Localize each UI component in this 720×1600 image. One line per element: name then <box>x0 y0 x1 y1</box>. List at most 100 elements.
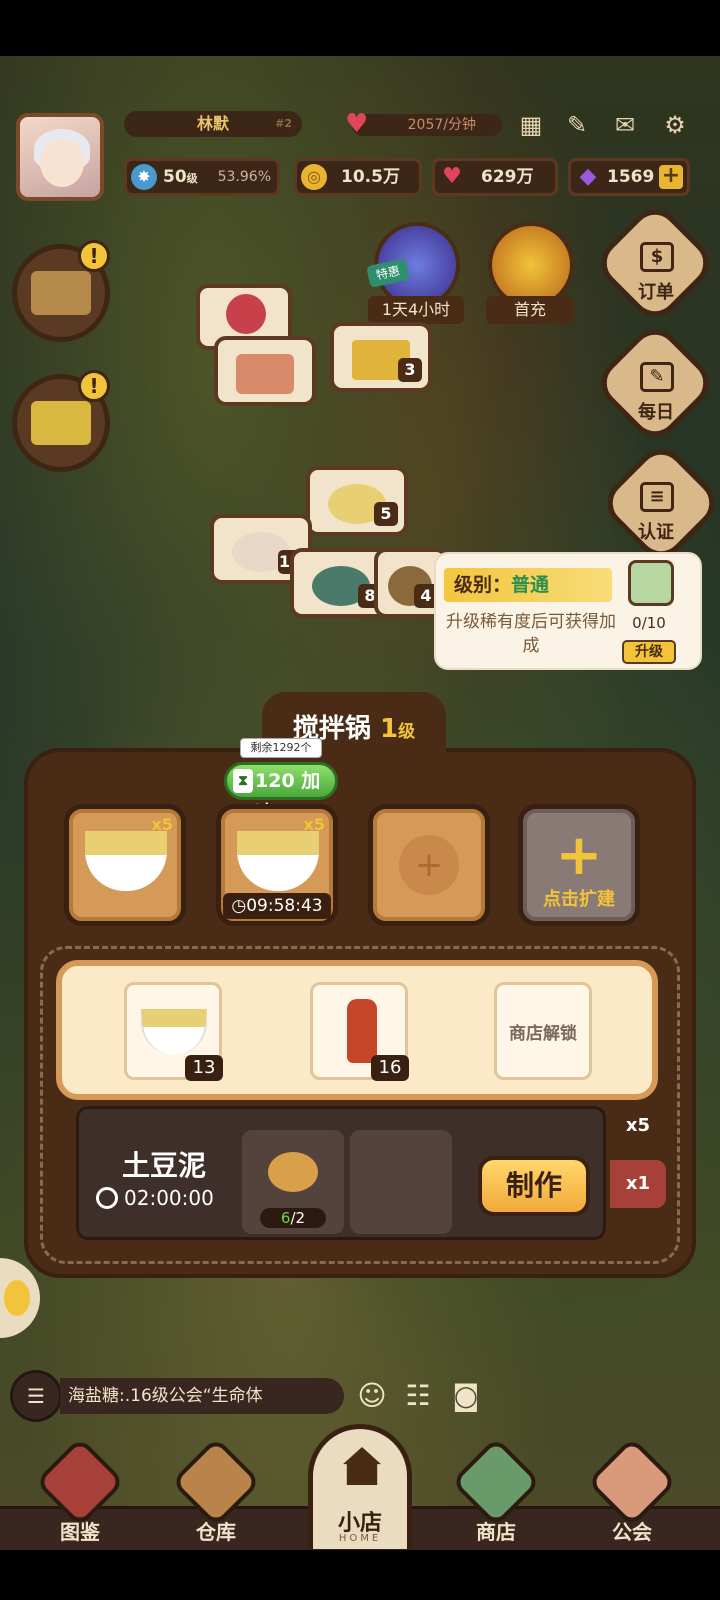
shop-icon <box>450 1436 542 1528</box>
rarity-tooltip: 级别：普通 升级稀有度后可获得加成 0/10 升级 <box>434 552 702 670</box>
make-x1-button[interactable]: x1 <box>610 1160 666 1208</box>
rice-bubble[interactable]: 5 <box>306 466 408 536</box>
rarity-description: 升级稀有度后可获得加成 <box>446 612 616 656</box>
rate-unit: /分钟 <box>443 117 476 133</box>
chat-message-bar[interactable]: 海盐糖:.16级公会“生命体 <box>60 1378 344 1414</box>
special-offer-timer: 1天4小时 <box>368 296 464 324</box>
system-nav-area <box>0 1550 720 1600</box>
box-icon <box>170 1436 262 1528</box>
roof-tile-item <box>236 354 294 394</box>
level-percent: 53.96% <box>217 169 271 185</box>
nav-guild-label: 公会 <box>612 1520 652 1544</box>
mortar-icon <box>628 560 674 606</box>
player-tag: #2 <box>275 117 292 130</box>
rarity-level: 级别：普通 <box>444 568 612 602</box>
level-value: 50级 <box>163 167 198 187</box>
ingredient-rice-count: 13 <box>185 1055 223 1081</box>
land-art <box>31 401 91 445</box>
house-icon <box>343 1447 381 1485</box>
nav-shop-label: 商店 <box>476 1520 516 1544</box>
rarity-progress: 0/10 <box>632 614 666 632</box>
player-name-bar[interactable]: 林默 #2 <box>124 111 302 137</box>
calendar-icon[interactable]: ▦ <box>514 108 548 142</box>
gold-bar-count: 3 <box>398 358 422 382</box>
coin-icon: ◎ <box>301 164 327 190</box>
make-button[interactable]: 制作 <box>478 1156 590 1216</box>
cert-icon: ≡ <box>640 482 674 512</box>
chat-icon[interactable]: ☰ <box>10 1370 62 1422</box>
land-alert-icon: ! <box>78 370 110 402</box>
material-potato[interactable]: 6/2 <box>242 1130 344 1234</box>
camera-icon[interactable]: ◙ <box>446 1376 486 1416</box>
nav-handbook-label: 图鉴 <box>60 1520 100 1544</box>
rice-bowl-icon <box>141 1009 207 1055</box>
add-gems-button[interactable]: + <box>659 165 683 189</box>
ingredient-locked[interactable]: 商店解锁 <box>494 982 592 1080</box>
status-bar-area <box>0 0 720 56</box>
material-requirement: 6/2 <box>260 1208 326 1228</box>
nav-home-sub: HOME <box>338 1533 382 1544</box>
broom-icon[interactable]: ✎ <box>560 108 594 142</box>
production-slot-3-empty[interactable]: + <box>368 804 490 926</box>
gold-bar-bubble[interactable]: 3 <box>330 322 432 392</box>
recipe-time: 02:00:00 <box>96 1186 236 1210</box>
nav-shop[interactable]: 商店 <box>436 1436 556 1550</box>
ingredient-sauce-count: 16 <box>371 1055 409 1081</box>
gem-box[interactable]: ◆ 1569 + <box>568 158 690 196</box>
avatar-face <box>40 139 84 187</box>
building-art <box>31 271 91 315</box>
first-charge-label: 首充 <box>486 296 574 324</box>
heart-value: 629万 <box>481 167 534 187</box>
nav-guild[interactable]: 公会 <box>572 1436 692 1550</box>
slot-1-multiplier: x5 <box>151 815 173 834</box>
gem-icon: ◆ <box>579 164 597 189</box>
emoji-icon[interactable]: ☺ <box>352 1376 392 1416</box>
ingredient-rice[interactable]: 13 <box>124 982 223 1081</box>
mail-icon[interactable]: ✉ <box>608 108 642 142</box>
nav-warehouse[interactable]: 仓库 <box>156 1436 276 1550</box>
key-icon <box>4 1280 30 1316</box>
potato-icon <box>268 1152 318 1192</box>
make-x5-button[interactable]: x5 <box>610 1102 666 1150</box>
remaining-count-tag: 剩余1292个 <box>240 738 322 758</box>
recipe-name: 土豆泥 <box>121 1149 206 1182</box>
cert-label: 认证 <box>638 522 674 543</box>
potion-item <box>226 294 266 334</box>
rice-bowl-icon <box>237 831 319 891</box>
guild-icon <box>586 1436 678 1528</box>
speed-count: 120 <box>255 770 295 792</box>
player-name: 林默 <box>196 114 229 133</box>
upgrade-rarity-button[interactable]: 升级 <box>622 640 676 664</box>
rice-bowl-icon <box>85 831 167 891</box>
expand-label: 点击扩建 <box>543 889 615 910</box>
building-alert-icon: ! <box>78 240 110 272</box>
expand-slot-button[interactable]: + 点击扩建 <box>518 804 640 926</box>
player-avatar[interactable] <box>16 113 104 201</box>
production-slot-1[interactable]: x5 <box>64 804 186 926</box>
gear-icon[interactable]: ⚙ <box>658 108 692 142</box>
speed-up-button[interactable]: ⧗ 120 加速 <box>224 762 338 824</box>
rice-count: 5 <box>374 502 398 526</box>
expand-plus-icon: + <box>555 823 603 888</box>
heart-rate-icon: ♥ <box>345 109 369 139</box>
roof-bubble[interactable] <box>214 336 316 406</box>
game-screen: 林默 #2 2057/分钟 ♥ ▦ ✎ ✉ ⚙ ✸ 50级 53.96% ◎ 1… <box>0 0 720 1600</box>
level-box[interactable]: ✸ 50级 53.96% <box>124 158 280 196</box>
book-icon <box>34 1436 126 1528</box>
nav-handbook[interactable]: 图鉴 <box>20 1436 140 1550</box>
coin-box[interactable]: ◎ 10.5万 <box>294 158 422 196</box>
hourglass-icon: ⧗ <box>233 769 253 793</box>
ingredient-sauce[interactable]: 16 <box>310 982 409 1081</box>
production-slot-2[interactable]: x5 ◷09:58:43 <box>216 804 338 926</box>
nav-home[interactable]: 小店 HOME <box>308 1424 412 1554</box>
coin-value: 10.5万 <box>341 167 400 187</box>
nav-warehouse-label: 仓库 <box>196 1520 236 1544</box>
heart-box[interactable]: ♥ 629万 <box>432 158 558 196</box>
material-empty <box>350 1130 452 1234</box>
message-icon[interactable]: ☷ <box>398 1376 438 1416</box>
rate-value: 2057 <box>407 117 444 133</box>
order-label: 订单 <box>638 282 674 303</box>
sauce-bottle-icon <box>347 999 377 1063</box>
shop-unlock-label: 商店解锁 <box>509 1024 577 1044</box>
heart-icon: ♥ <box>442 164 462 189</box>
